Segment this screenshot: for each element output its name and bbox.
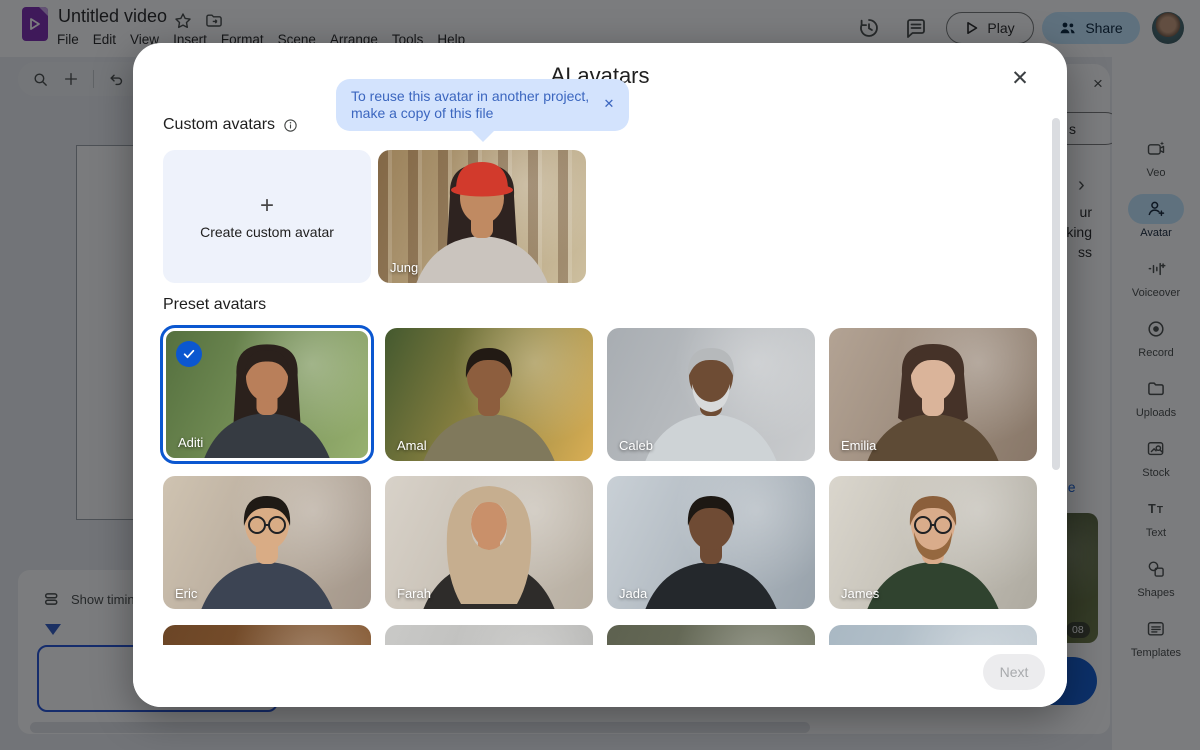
ai-avatars-dialog: AI avatars ✕ To reuse this avatar in ano…: [133, 43, 1067, 707]
avatar-tile-amal[interactable]: Amal: [385, 328, 593, 461]
avatar-name-label: Eric: [175, 586, 197, 601]
selected-check-icon: [176, 341, 202, 367]
reuse-avatar-tooltip: To reuse this avatar in another project,…: [336, 79, 629, 131]
dialog-footer: Next: [133, 645, 1067, 707]
avatar-tile-eric[interactable]: Eric: [163, 476, 371, 609]
tooltip-line2: make a copy of this file: [351, 105, 595, 122]
dialog-close-icon[interactable]: ✕: [1006, 65, 1034, 93]
create-custom-avatar-label: Create custom avatar: [200, 224, 334, 240]
custom-avatars-label: Custom avatars: [163, 116, 275, 134]
avatar-tile-jada[interactable]: Jada: [607, 476, 815, 609]
tooltip-line1: To reuse this avatar in another project,: [351, 88, 595, 105]
next-button[interactable]: Next: [983, 654, 1045, 690]
preset-avatars-label: Preset avatars: [163, 296, 266, 314]
avatar-tile-aditi[interactable]: Aditi: [163, 328, 371, 461]
avatar-tile-emilia[interactable]: Emilia: [829, 328, 1037, 461]
avatar-name-label: Farah: [397, 586, 431, 601]
avatar-name-label: Amal: [397, 438, 427, 453]
avatar-name-label: Emilia: [841, 438, 876, 453]
avatar-tile-james[interactable]: James: [829, 476, 1037, 609]
avatar-tile-caleb[interactable]: Caleb: [607, 328, 815, 461]
avatar-tile-jung[interactable]: Jung: [378, 150, 586, 283]
avatar-name-label: Jung: [390, 260, 418, 275]
preset-avatars-heading: Preset avatars: [163, 296, 266, 314]
google-vids-app: Untitled video FileEditViewInsertFormatS…: [0, 0, 1200, 750]
info-icon[interactable]: [283, 118, 298, 133]
avatar-name-label: Caleb: [619, 438, 653, 453]
custom-avatars-heading: Custom avatars: [163, 116, 298, 134]
avatar-name-label: Jada: [619, 586, 647, 601]
avatar-tile-farah[interactable]: Farah: [385, 476, 593, 609]
tooltip-close-icon[interactable]: ✕: [602, 97, 616, 111]
plus-icon: +: [260, 194, 274, 218]
avatar-name-label: Aditi: [178, 435, 203, 450]
avatar-name-label: James: [841, 586, 879, 601]
dialog-scrollbar[interactable]: [1052, 118, 1060, 470]
create-custom-avatar-button[interactable]: + Create custom avatar: [163, 150, 371, 283]
